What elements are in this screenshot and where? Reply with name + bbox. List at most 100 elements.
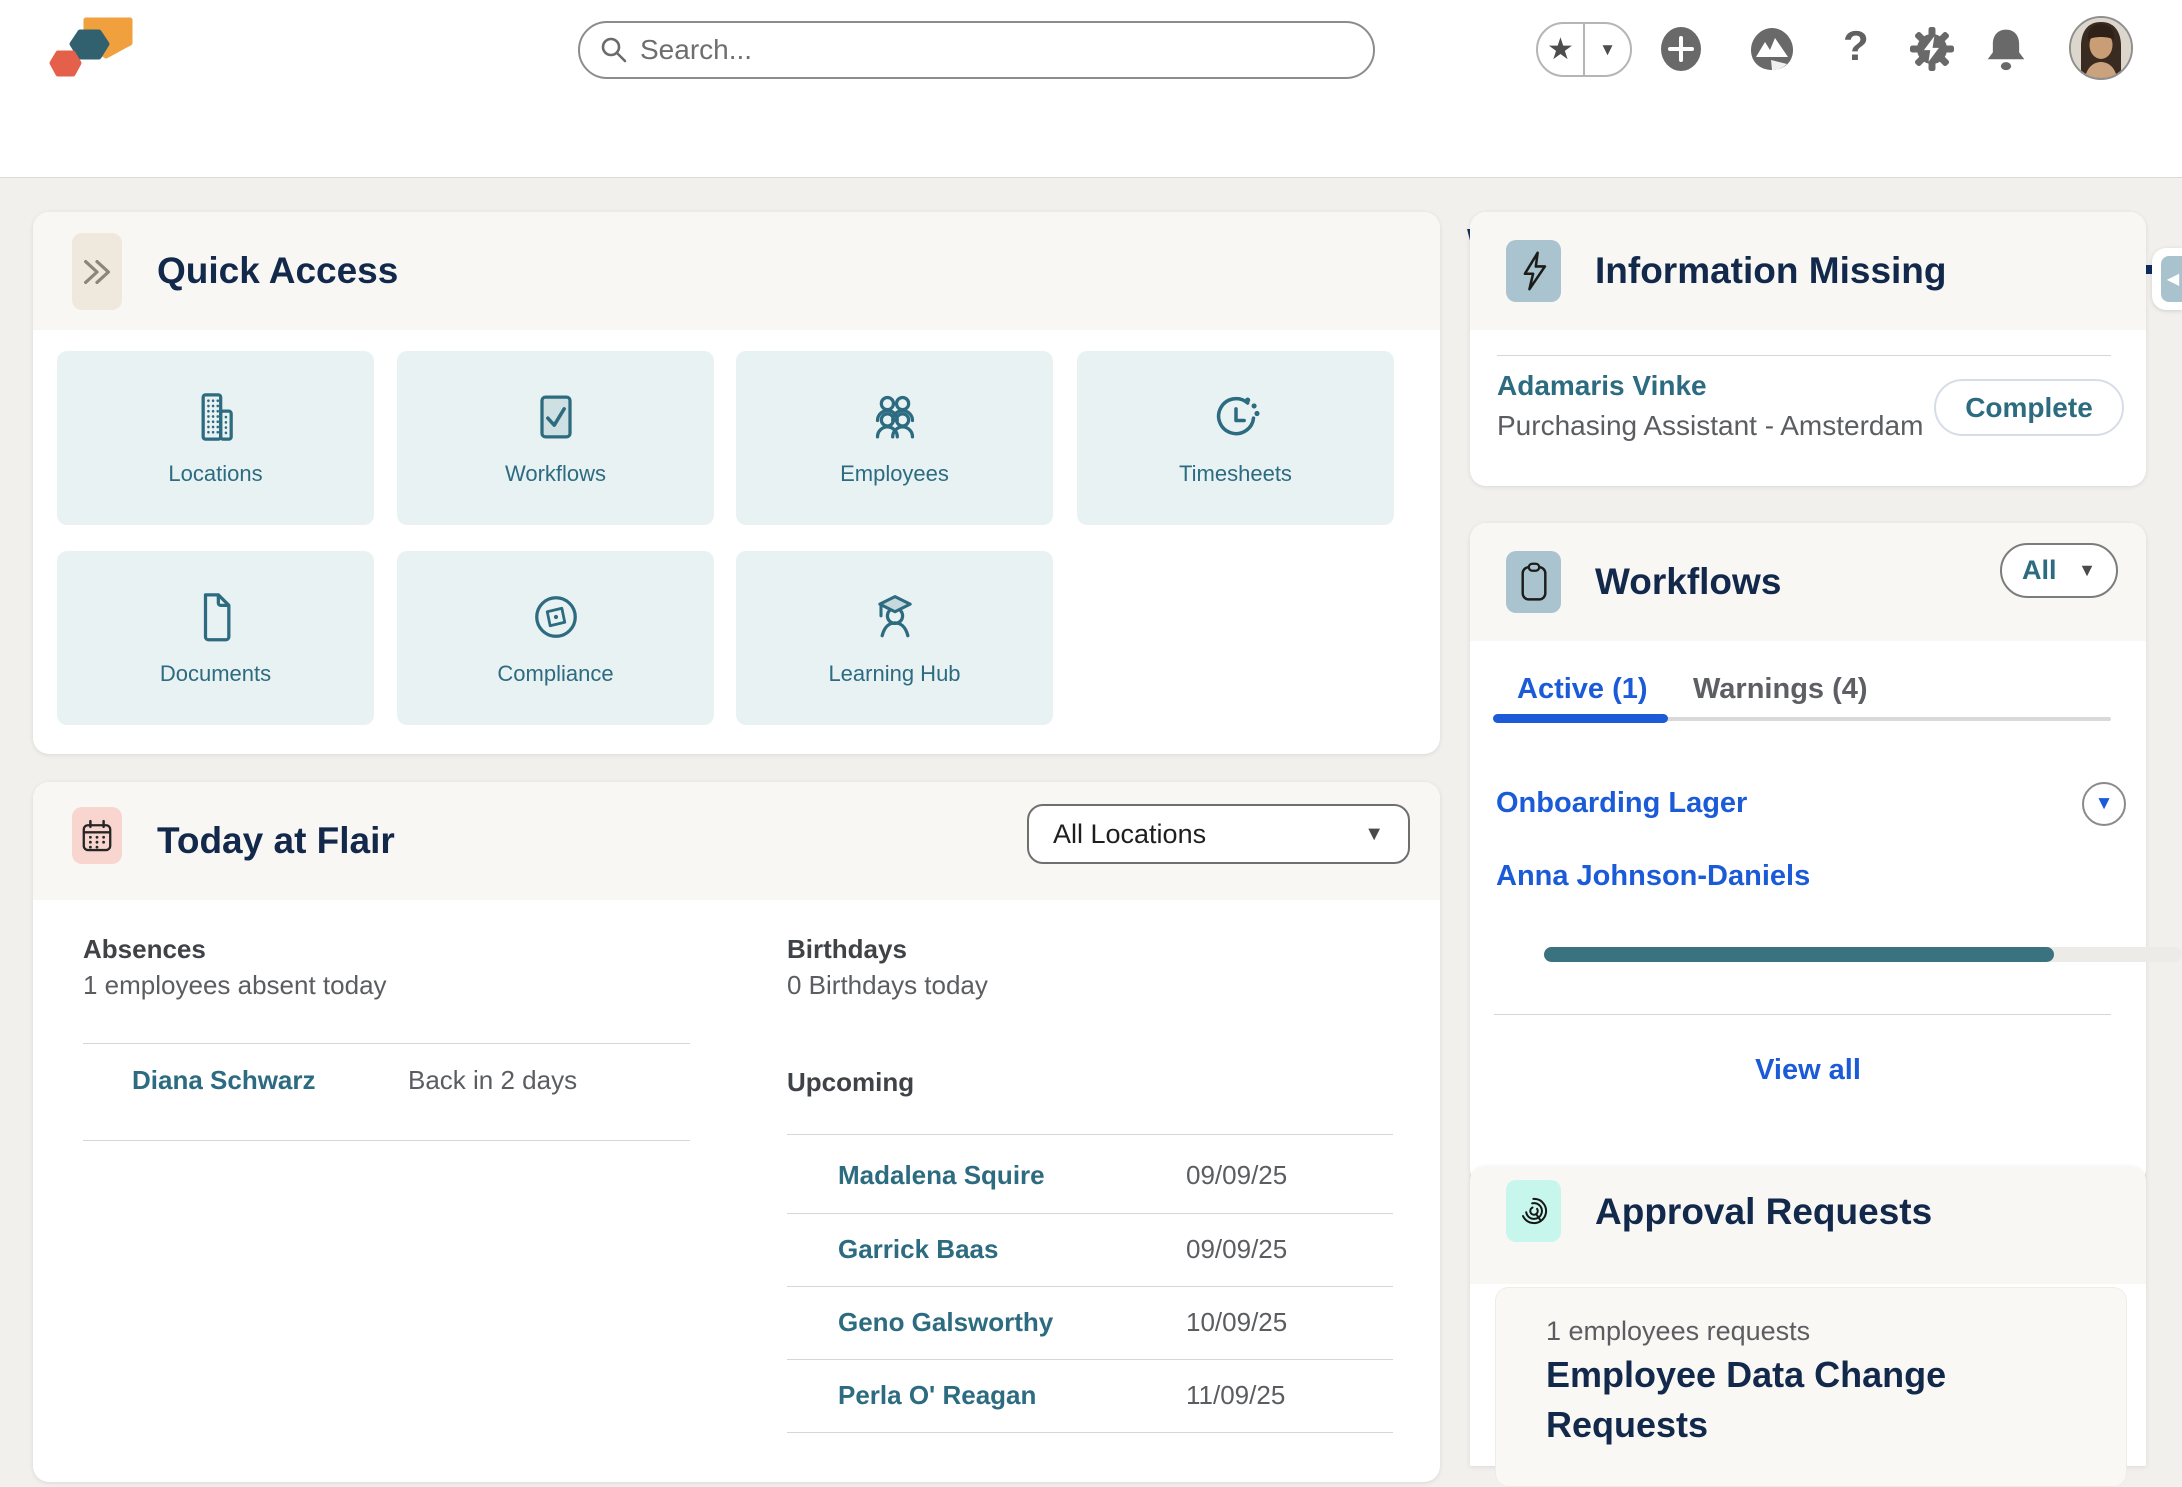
- approvals-header: Approval Requests: [1470, 1166, 2146, 1284]
- lightning-bolt-icon: [1514, 248, 1554, 294]
- workflow-progress-fill: [1544, 947, 2054, 962]
- flair-logo-icon: [48, 16, 136, 84]
- double-chevron-right-icon: [79, 254, 115, 290]
- plus-circle-icon: [1658, 26, 1704, 72]
- tile-label: Employees: [840, 461, 949, 487]
- avatar-photo: [2071, 18, 2131, 78]
- workflow-link[interactable]: Onboarding Lager: [1496, 787, 1747, 820]
- today-header: Today at Flair All Locations ▼: [33, 782, 1440, 900]
- location-filter-select[interactable]: All Locations ▼: [1027, 804, 1410, 864]
- divider: [787, 1286, 1393, 1287]
- upcoming-name-link[interactable]: Madalena Squire: [838, 1160, 1045, 1191]
- request-title: Employee Data Change Requests: [1546, 1350, 2016, 1450]
- tile-label: Documents: [160, 661, 271, 687]
- information-missing-title: Information Missing: [1595, 250, 1947, 292]
- quick-access-card: Quick Access Locations Workflows: [33, 212, 1440, 754]
- tab-active[interactable]: Active (1): [1517, 673, 1648, 706]
- checklist-icon: [528, 389, 584, 445]
- upcoming-heading: Upcoming: [787, 1067, 914, 1098]
- tile-label: Compliance: [497, 661, 613, 687]
- question-mark-icon: ?: [1843, 22, 1869, 70]
- absence-status: Back in 2 days: [408, 1065, 577, 1096]
- upcoming-date: 09/09/25: [1186, 1234, 1287, 1265]
- quick-access-tile-workflows[interactable]: Workflows: [397, 351, 714, 525]
- graduate-icon: [866, 589, 924, 645]
- fingerprint-icon-badge: [1506, 1180, 1561, 1242]
- workflow-progress-track: [1544, 947, 2182, 962]
- birthdays-heading: Birthdays: [787, 934, 907, 965]
- request-count: 1 employees requests: [1546, 1316, 1810, 1347]
- divider: [787, 1359, 1393, 1360]
- divider: [787, 1134, 1393, 1135]
- calendar-icon-badge: [72, 807, 122, 864]
- chevron-down-icon: ▼: [1364, 823, 1384, 846]
- people-group-icon: [866, 389, 924, 445]
- divider: [787, 1432, 1393, 1433]
- trailhead-button[interactable]: [1748, 25, 1796, 73]
- tab-warnings[interactable]: Warnings (4): [1693, 673, 1868, 706]
- upcoming-name-link[interactable]: Garrick Baas: [838, 1234, 998, 1265]
- collapse-panel-button[interactable]: [72, 233, 122, 310]
- file-icon: [188, 589, 244, 645]
- workflow-person-link[interactable]: Anna Johnson-Daniels: [1496, 860, 1810, 893]
- expand-workflow-button[interactable]: ▼: [2082, 782, 2126, 826]
- today-at-flair-card: Today at Flair All Locations ▼ Absences …: [33, 782, 1440, 1482]
- favorites-split-button[interactable]: ★ ▼: [1536, 22, 1632, 77]
- upcoming-date: 11/09/25: [1186, 1380, 1285, 1411]
- quick-access-tile-employees[interactable]: Employees: [736, 351, 1053, 525]
- gear-icon: [1910, 27, 1954, 71]
- divider: [83, 1140, 690, 1141]
- collapse-left-button[interactable]: ◀: [2161, 256, 2182, 302]
- approval-requests-card: Approval Requests 1 employees requests E…: [1470, 1166, 2146, 1466]
- clock-icon: [1208, 389, 1264, 445]
- workflows-card: Workflows All ▼ Active (1) Warnings (4) …: [1470, 523, 2146, 1185]
- absent-employee-link[interactable]: Diana Schwarz: [132, 1065, 316, 1096]
- tile-label: Learning Hub: [828, 661, 960, 687]
- bell-icon: [1983, 25, 2029, 73]
- calendar-icon: [78, 816, 116, 856]
- quick-access-tile-timesheets[interactable]: Timesheets: [1077, 351, 1394, 525]
- clipboard-icon-badge: [1506, 551, 1561, 613]
- search-input[interactable]: [640, 34, 1280, 66]
- tile-label: Workflows: [505, 461, 606, 487]
- favorites-dropdown-icon[interactable]: ▼: [1583, 24, 1630, 75]
- clipboard-icon: [1514, 559, 1554, 605]
- setup-button[interactable]: [1910, 27, 1954, 71]
- information-missing-card: Information Missing Adamaris Vinke Purch…: [1470, 212, 2146, 486]
- location-filter-value: All Locations: [1053, 819, 1206, 850]
- trailhead-mountain-icon: [1748, 25, 1796, 73]
- workflows-header: Workflows All ▼: [1470, 523, 2146, 641]
- lightning-icon-badge: [1506, 240, 1561, 302]
- today-title: Today at Flair: [157, 820, 395, 862]
- quick-access-tile-locations[interactable]: Locations: [57, 351, 374, 525]
- chevron-down-circle-icon: ▼: [2095, 793, 2114, 815]
- upcoming-name-link[interactable]: Geno Galsworthy: [838, 1307, 1053, 1338]
- employee-link[interactable]: Adamaris Vinke: [1497, 370, 1707, 402]
- building-icon: [188, 389, 244, 445]
- tile-label: Locations: [168, 461, 262, 487]
- global-search[interactable]: [578, 21, 1375, 79]
- quick-access-header: Quick Access: [33, 212, 1440, 330]
- quick-access-tile-documents[interactable]: Documents: [57, 551, 374, 725]
- workflows-filter-select[interactable]: All ▼: [2000, 543, 2118, 598]
- search-icon: [600, 36, 628, 64]
- quick-access-tile-compliance[interactable]: Compliance: [397, 551, 714, 725]
- complete-button[interactable]: Complete: [1934, 379, 2124, 436]
- user-avatar[interactable]: [2069, 16, 2133, 80]
- approvals-title: Approval Requests: [1595, 1191, 1932, 1233]
- help-button[interactable]: ?: [1843, 22, 1869, 70]
- active-tab-underline: [1493, 714, 1668, 723]
- workflows-filter-value: All: [2022, 555, 2057, 586]
- divider: [787, 1213, 1393, 1214]
- quick-create-button[interactable]: [1658, 26, 1704, 72]
- favorite-star-icon[interactable]: ★: [1538, 24, 1583, 75]
- birthdays-summary: 0 Birthdays today: [787, 970, 988, 1001]
- quick-access-tile-learning-hub[interactable]: Learning Hub: [736, 551, 1053, 725]
- side-panel-flap[interactable]: ◀: [2152, 248, 2182, 310]
- tile-label: Timesheets: [1179, 461, 1292, 487]
- upcoming-name-link[interactable]: Perla O' Reagan: [838, 1380, 1036, 1411]
- notifications-button[interactable]: [1983, 25, 2029, 73]
- fingerprint-icon: [1514, 1188, 1554, 1234]
- view-all-link[interactable]: View all: [1470, 1054, 2146, 1087]
- approval-request-item[interactable]: 1 employees requests Employee Data Chang…: [1495, 1287, 2127, 1487]
